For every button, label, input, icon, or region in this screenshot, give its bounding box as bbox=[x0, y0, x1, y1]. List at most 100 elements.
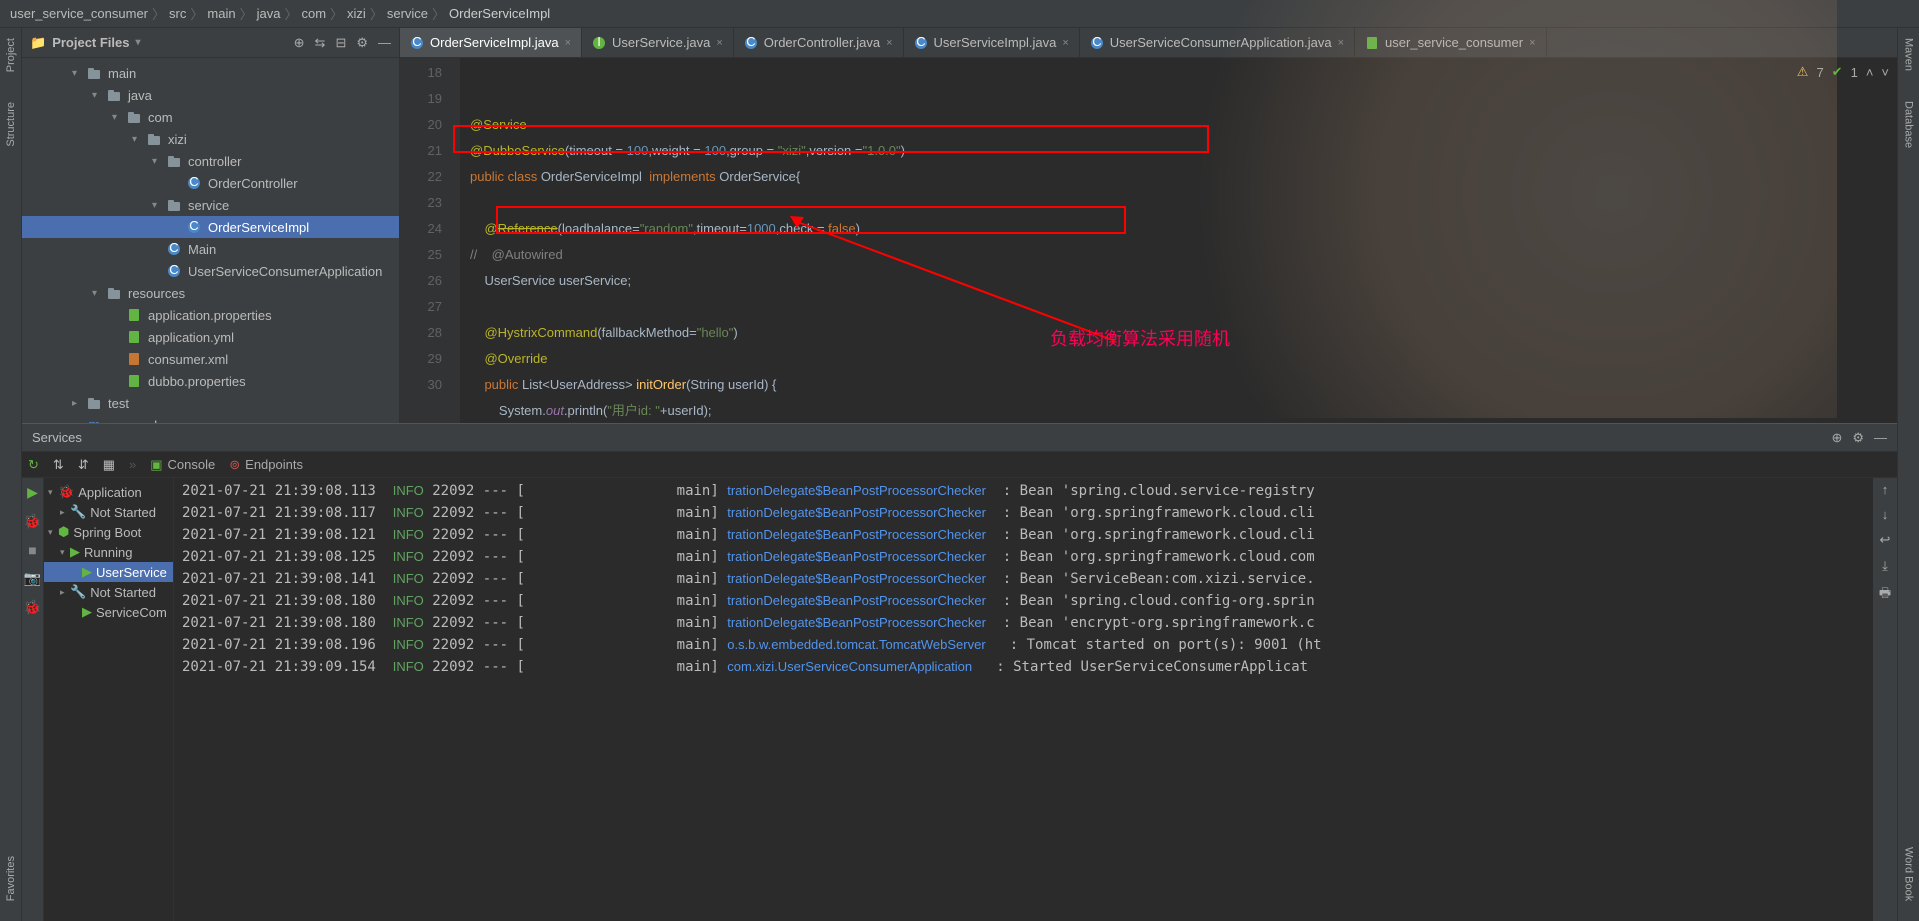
hide-icon[interactable]: — bbox=[378, 35, 391, 51]
rail-favorites[interactable]: Favorites bbox=[5, 856, 17, 901]
services-node-not-started[interactable]: ▸🔧Not Started bbox=[44, 582, 173, 602]
tree-node-controller[interactable]: ▾controller bbox=[22, 150, 399, 172]
tree-node-resources[interactable]: ▾resources bbox=[22, 282, 399, 304]
tree-node-service[interactable]: ▾service bbox=[22, 194, 399, 216]
up-icon[interactable]: ↑ bbox=[1882, 482, 1889, 497]
svg-text:C: C bbox=[1092, 36, 1101, 49]
crumb-2[interactable]: main bbox=[207, 6, 235, 21]
tree-node-dubbo-properties[interactable]: dubbo.properties bbox=[22, 370, 399, 392]
services-panel: Services ⊕ ⚙ — ↻ ⇅ ⇵ ▦ » ▣Console ⊚Endpo… bbox=[22, 423, 1897, 921]
crumb-4[interactable]: com bbox=[301, 6, 326, 21]
gutter[interactable]: 18192021222324252627282930 bbox=[400, 58, 460, 423]
services-node-spring-boot[interactable]: ▾⬢Spring Boot bbox=[44, 522, 173, 542]
close-icon[interactable]: × bbox=[565, 37, 571, 49]
collapse-icon[interactable]: ⊟ bbox=[335, 35, 346, 51]
left-tool-rail: Project Structure Favorites bbox=[0, 28, 22, 921]
tree-node-application-properties[interactable]: application.properties bbox=[22, 304, 399, 326]
close-icon[interactable]: × bbox=[1529, 37, 1535, 49]
stop-icon[interactable]: ■ bbox=[28, 542, 36, 558]
close-icon[interactable]: × bbox=[716, 37, 722, 49]
debug-icon[interactable]: 🐞 bbox=[24, 513, 41, 530]
services-title[interactable]: Services bbox=[32, 430, 82, 445]
tab-ordercontroller-java[interactable]: COrderController.java× bbox=[734, 28, 904, 58]
settings-icon[interactable]: ⚙ bbox=[1852, 430, 1864, 446]
wrap-icon[interactable]: ↩ bbox=[1880, 532, 1891, 548]
tab-userserviceimpl-java[interactable]: CUserServiceImpl.java× bbox=[904, 28, 1080, 58]
svg-text:I: I bbox=[597, 36, 601, 49]
code-content[interactable]: @Service @DubboService(timeout = 100,wei… bbox=[460, 58, 1897, 423]
settings-icon[interactable]: ⚙ bbox=[356, 35, 368, 51]
tree-node-main[interactable]: CMain bbox=[22, 238, 399, 260]
bug2-icon[interactable]: 🐞 bbox=[24, 599, 41, 616]
breadcrumb: user_service_consumer〉 src〉 main〉 java〉 … bbox=[0, 0, 1919, 28]
rail-project[interactable]: Project bbox=[5, 38, 17, 72]
console-output[interactable]: 2021-07-21 21:39:08.113 INFO 22092 --- [… bbox=[174, 478, 1873, 921]
filter-icon[interactable]: ⇅ bbox=[53, 457, 64, 473]
down-icon[interactable]: ↓ bbox=[1882, 507, 1889, 522]
svg-text:C: C bbox=[412, 36, 421, 49]
tree-node-application-yml[interactable]: application.yml bbox=[22, 326, 399, 348]
close-icon[interactable]: × bbox=[886, 37, 892, 49]
rail-maven[interactable]: Maven bbox=[1903, 38, 1915, 71]
right-tool-rail: Maven Database Word Book bbox=[1897, 28, 1919, 921]
grid-icon[interactable]: ▦ bbox=[103, 457, 115, 473]
run-icon[interactable]: ▶ bbox=[27, 484, 38, 501]
scroll-icon[interactable]: ⤓ bbox=[1882, 558, 1888, 574]
services-toolbar: ↻ ⇅ ⇵ ▦ » ▣Console ⊚Endpoints bbox=[22, 452, 1897, 478]
tree-node-test[interactable]: ▸test bbox=[22, 392, 399, 414]
tree-node-userserviceconsumerapplication[interactable]: CUserServiceConsumerApplication bbox=[22, 260, 399, 282]
hide-icon[interactable]: — bbox=[1874, 430, 1887, 446]
editor-pane: COrderServiceImpl.java×IUserService.java… bbox=[400, 28, 1897, 423]
services-node-application[interactable]: ▾🐞Application bbox=[44, 482, 173, 502]
rail-database[interactable]: Database bbox=[1903, 101, 1915, 148]
tree-node-consumer-xml[interactable]: consumer.xml bbox=[22, 348, 399, 370]
rail-wordbook[interactable]: Word Book bbox=[1903, 847, 1915, 901]
sidebar-header: 📁 Project Files ▾ ⊕ ⇆ ⊟ ⚙ — bbox=[22, 28, 399, 58]
tab-user_service_consumer[interactable]: user_service_consumer× bbox=[1355, 28, 1546, 58]
print-icon[interactable]: 🖶 bbox=[1879, 584, 1891, 606]
project-tree[interactable]: ▾main▾java▾com▾xizi▾controllerCOrderCont… bbox=[22, 58, 399, 423]
crumb-6[interactable]: service bbox=[387, 6, 428, 21]
tree-node-ordercontroller[interactable]: COrderController bbox=[22, 172, 399, 194]
tree-node-orderserviceimpl[interactable]: COrderServiceImpl bbox=[22, 216, 399, 238]
tree-node-main[interactable]: ▾main bbox=[22, 62, 399, 84]
crumb-7[interactable]: OrderServiceImpl bbox=[449, 6, 550, 21]
filter2-icon[interactable]: ⇵ bbox=[78, 457, 89, 473]
rerun-icon[interactable]: ↻ bbox=[28, 457, 39, 473]
close-icon[interactable]: × bbox=[1338, 37, 1344, 49]
project-sidebar: 📁 Project Files ▾ ⊕ ⇆ ⊟ ⚙ — ▾main▾java▾c… bbox=[22, 28, 400, 423]
crumb-1[interactable]: src bbox=[169, 6, 186, 21]
chevron-down-icon[interactable]: ▾ bbox=[136, 37, 141, 48]
services-tree[interactable]: ▾🐞Application▸🔧Not Started▾⬢Spring Boot▾… bbox=[44, 478, 174, 921]
svg-text:C: C bbox=[169, 242, 178, 255]
locate-icon[interactable]: ⊕ bbox=[1831, 430, 1842, 446]
close-icon[interactable]: × bbox=[1062, 37, 1068, 49]
code-area[interactable]: 18192021222324252627282930 @Service @Dub… bbox=[400, 58, 1897, 423]
services-node-not-started[interactable]: ▸🔧Not Started bbox=[44, 502, 173, 522]
camera-icon[interactable]: 📷 bbox=[24, 570, 41, 587]
crumb-0[interactable]: user_service_consumer bbox=[10, 6, 148, 21]
console-tab[interactable]: ▣Console bbox=[150, 457, 215, 473]
expand-icon[interactable]: ⇆ bbox=[315, 35, 326, 51]
tree-node-pom-xml[interactable]: mpom.xml bbox=[22, 414, 399, 423]
editor-tabs: COrderServiceImpl.java×IUserService.java… bbox=[400, 28, 1897, 58]
rail-structure[interactable]: Structure bbox=[5, 102, 17, 147]
crumb-3[interactable]: java bbox=[257, 6, 281, 21]
services-node-servicecom[interactable]: ▶ServiceCom bbox=[44, 602, 173, 622]
tree-node-com[interactable]: ▾com bbox=[22, 106, 399, 128]
crumb-5[interactable]: xizi bbox=[347, 6, 366, 21]
services-node-running[interactable]: ▾▶Running bbox=[44, 542, 173, 562]
console-right-icons: ↑ ↓ ↩ ⤓ 🖶 bbox=[1873, 478, 1897, 921]
tab-userservice-java[interactable]: IUserService.java× bbox=[582, 28, 734, 58]
tree-node-xizi[interactable]: ▾xizi bbox=[22, 128, 399, 150]
services-node-userservice[interactable]: ▶UserService bbox=[44, 562, 173, 582]
tab-userserviceconsumerapplication-java[interactable]: CUserServiceConsumerApplication.java× bbox=[1080, 28, 1355, 58]
svg-text:C: C bbox=[746, 36, 755, 49]
tree-node-java[interactable]: ▾java bbox=[22, 84, 399, 106]
endpoints-tab[interactable]: ⊚Endpoints bbox=[229, 457, 303, 473]
folder-icon: 📁 bbox=[30, 35, 46, 51]
tab-orderserviceimpl-java[interactable]: COrderServiceImpl.java× bbox=[400, 28, 582, 58]
locate-icon[interactable]: ⊕ bbox=[294, 35, 305, 51]
sidebar-title[interactable]: Project Files bbox=[52, 35, 129, 50]
main-split: 📁 Project Files ▾ ⊕ ⇆ ⊟ ⚙ — ▾main▾java▾c… bbox=[22, 28, 1897, 423]
